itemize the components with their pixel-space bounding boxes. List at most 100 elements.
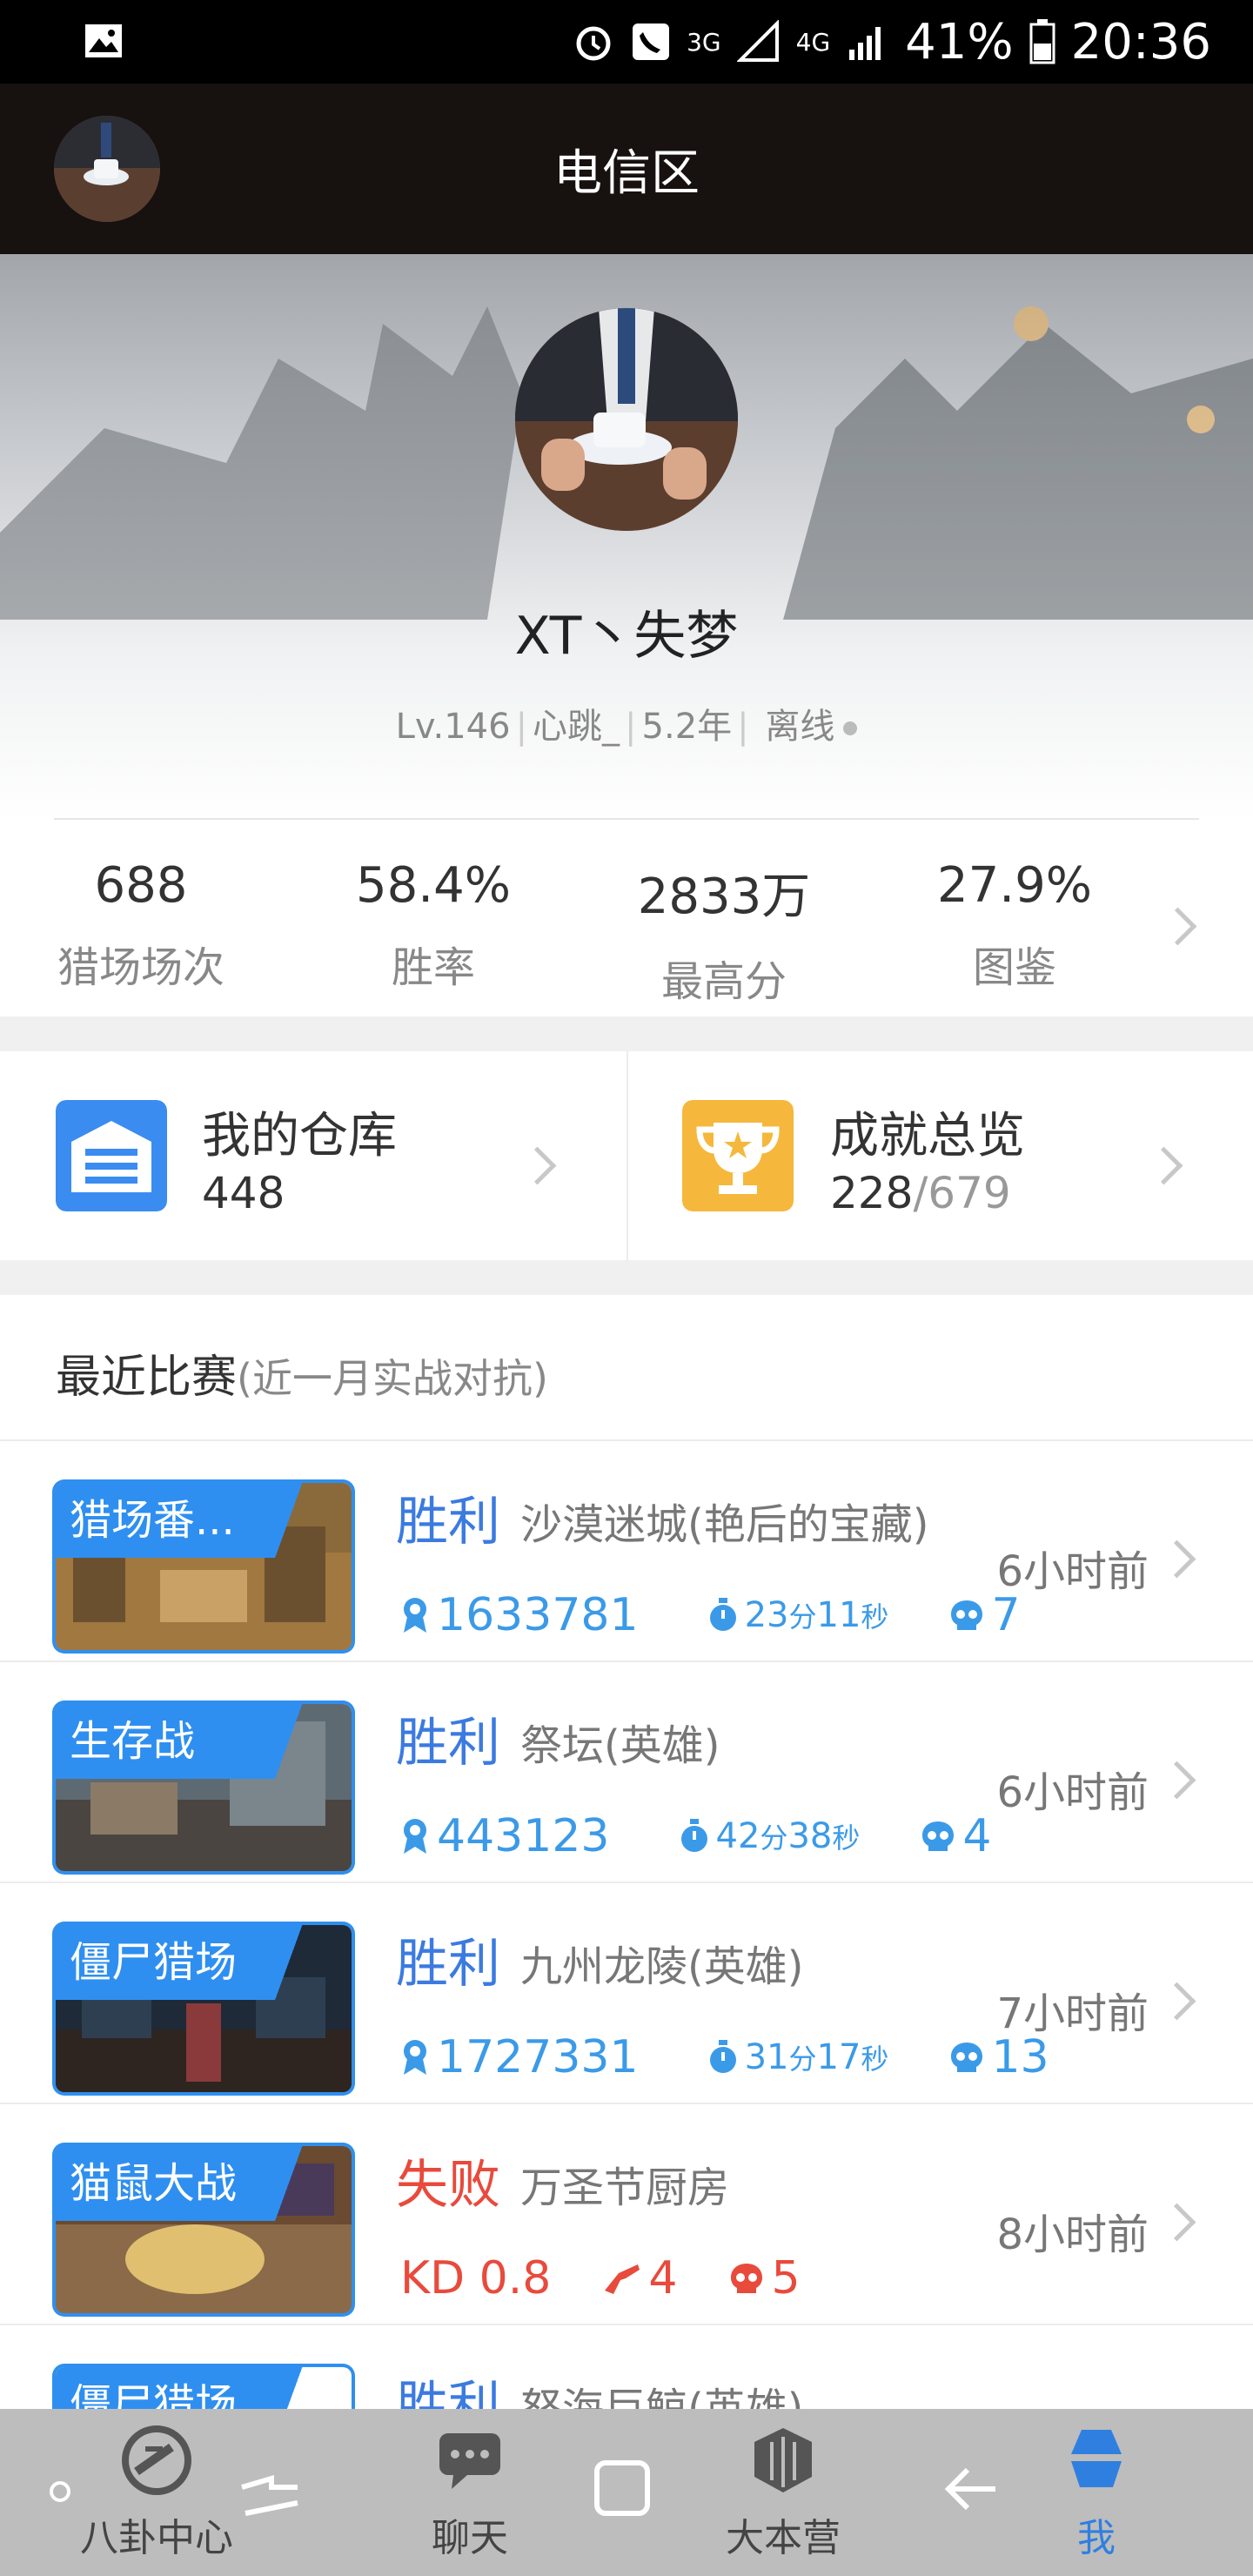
image-notification-icon <box>85 24 122 57</box>
match-map: 沙漠迷城(艳后的宝藏) <box>520 1500 929 1549</box>
warehouse-count: 448 <box>202 1168 285 1218</box>
me-icon <box>1071 2430 1122 2487</box>
achievements-progress: 228/679 <box>830 1168 1011 1218</box>
chevron-right-icon <box>1157 1982 1196 2021</box>
stat-winrate-label: 胜率 <box>391 943 475 992</box>
match-result: 胜利 <box>396 1492 500 1553</box>
profile-hero: XT丶失梦 Lv.146 | 心跳_ | 5.2年 | 离线 <box>0 254 1253 820</box>
score-medal-icon <box>404 1819 426 1854</box>
stat-highscore-value: 2833万 <box>637 869 811 925</box>
match-thumbnail: 猫鼠大战 <box>56 2146 352 2313</box>
gun-icon <box>605 2264 640 2294</box>
stat-highscore: 2833万 最高分 <box>611 857 837 1008</box>
nav-chat-label: 聊天 <box>432 2516 508 2560</box>
score-medal-icon <box>404 1598 426 1633</box>
match-row[interactable]: 僵尸猎场 胜利 怒海巨鲸(英雄) <box>0 2325 1253 2409</box>
profile-avatar[interactable] <box>515 308 738 531</box>
skull-icon <box>951 1600 983 1630</box>
match-stats: 1633781 23分11秒 7 <box>400 1589 1021 1641</box>
match-deaths: 5 <box>771 2252 801 2304</box>
match-thumbnail: 生存战 <box>56 1704 352 1871</box>
chat-icon <box>439 2433 500 2489</box>
stat-codex-value: 27.9% <box>937 857 1092 914</box>
battery-icon <box>1029 19 1055 64</box>
timer-icon <box>680 1819 707 1852</box>
nav-base[interactable]: 大本营 <box>679 2423 888 2562</box>
skull-icon <box>951 2043 983 2072</box>
chevron-right-icon <box>1157 2203 1196 2242</box>
match-mode: 猎场番... <box>56 1483 345 1558</box>
achievements-title: 成就总览 <box>830 1108 1025 1164</box>
match-time: 6小时前 <box>996 1768 1149 1817</box>
profile-account-age: 5.2年 <box>641 707 733 747</box>
trophy-icon <box>682 1100 794 1211</box>
recents-key-icon[interactable] <box>237 2461 306 2522</box>
gossip-icon <box>122 2425 191 2495</box>
match-score: 1727331 <box>437 2031 639 2083</box>
match-mode: 僵尸猎场 <box>56 1925 345 2000</box>
match-result: 胜利 <box>396 1934 500 1995</box>
match-score: 1633781 <box>437 1589 639 1641</box>
profile-avatar-image <box>515 308 738 531</box>
network-4g: 4G <box>795 27 831 57</box>
profile-signature: 心跳_ <box>533 707 620 747</box>
match-kd: KD 0.8 <box>400 2252 552 2304</box>
chevron-right-icon <box>1158 907 1197 946</box>
nav-me-label: 我 <box>1077 2516 1116 2560</box>
skull-icon <box>922 1821 955 1851</box>
profile-name: XT丶失梦 <box>514 606 739 667</box>
match-kills: 13 <box>991 2031 1049 2083</box>
nav-gossip-label: 八卦中心 <box>80 2516 233 2560</box>
stat-matches-label: 猎场场次 <box>57 943 224 992</box>
nav-gossip[interactable]: 八卦中心 <box>52 2423 261 2562</box>
match-row[interactable]: 猎场番... 胜利 沙漠迷城(艳后的宝藏) 6小时前 1633781 23分11… <box>0 1441 1253 1660</box>
page-title: 电信区 <box>553 145 700 202</box>
timer-icon <box>709 2040 736 2073</box>
match-kills: 4 <box>962 1810 992 1862</box>
match-time: 8小时前 <box>996 2210 1149 2259</box>
stat-highscore-label: 最高分 <box>660 957 787 1006</box>
achievements-total: /679 <box>913 1168 1011 1218</box>
match-stats: KD 0.8 4 5 <box>400 2252 801 2304</box>
warehouse-card[interactable]: 我的仓库 448 <box>0 1051 626 1260</box>
recent-title-text: 最近比赛 <box>56 1352 238 1404</box>
timer-icon <box>709 1598 736 1631</box>
alarm-icon <box>576 26 611 61</box>
match-result: 胜利 <box>396 1713 500 1774</box>
match-map: 祭坛(英雄) <box>520 1721 720 1770</box>
nav-me[interactable]: 我 <box>992 2423 1201 2562</box>
match-row[interactable]: 生存战 胜利 祭坛(英雄) 6小时前 443123 42分38秒 4 <box>0 1662 1253 1882</box>
achievements-done: 228 <box>830 1168 914 1218</box>
profile-level: Lv.146 <box>395 707 511 747</box>
stats-row[interactable]: 688 猎场场次 58.4% 胜率 2833万 最高分 27.9% 图鉴 <box>54 822 1197 1006</box>
nav-chat[interactable]: 聊天 <box>365 2423 574 2562</box>
stat-codex-label: 图鉴 <box>972 943 1056 992</box>
skull-icon <box>731 2264 763 2293</box>
quick-cards: 我的仓库 448 成就总览 228/679 <box>0 1051 1253 1260</box>
chevron-right-icon <box>1157 1540 1196 1579</box>
offline-dot-icon <box>843 721 858 735</box>
battery-percent: 41% <box>905 13 1014 70</box>
match-row[interactable]: 猫鼠大战 失败 万圣节厨房 8小时前 KD 0.8 4 5 <box>0 2104 1253 2324</box>
warehouse-title: 我的仓库 <box>202 1108 397 1164</box>
match-result: 失败 <box>396 2155 500 2216</box>
bottom-nav: 八卦中心 聊天 大本营 我 <box>0 2409 1253 2576</box>
network-3g: 3G <box>687 27 721 57</box>
stat-winrate-value: 58.4% <box>356 857 511 914</box>
match-row[interactable]: 僵尸猎场 胜利 九州龙陵(英雄) 7小时前 1727331 31分17秒 13 <box>0 1883 1253 2103</box>
match-score: 443123 <box>437 1810 610 1862</box>
match-mode: 猫鼠大战 <box>56 2146 345 2221</box>
divider <box>54 818 1199 820</box>
match-map: 怒海巨鲸(英雄) <box>520 2385 804 2409</box>
achievements-card[interactable]: 成就总览 228/679 <box>628 1051 1253 1260</box>
home-key-icon[interactable] <box>592 2458 653 2519</box>
profile-meta: Lv.146 | 心跳_ | 5.2年 | 离线 <box>0 698 1253 748</box>
signal-strength-icon <box>849 27 881 60</box>
status-icons: 3G 4G 41% 20:36 <box>572 10 1211 73</box>
section-gap <box>0 1016 1253 1051</box>
back-key-icon[interactable] <box>941 2461 1002 2517</box>
stat-winrate: 58.4% 胜率 <box>320 857 546 994</box>
match-mode: 生存战 <box>56 1704 345 1779</box>
dot-icon[interactable] <box>47 2479 73 2505</box>
chevron-right-icon <box>518 1146 557 1185</box>
